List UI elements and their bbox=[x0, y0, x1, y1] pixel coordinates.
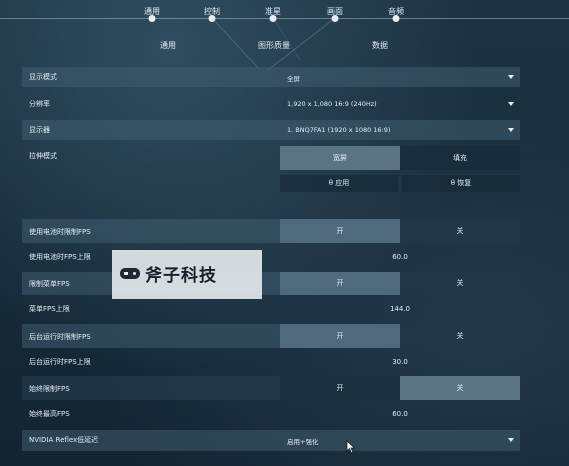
setting-stretch-mode: 拉伸模式 宽屏 填充 bbox=[22, 146, 520, 170]
chevron-down-icon bbox=[508, 75, 514, 79]
setting-monitor: 显示器 1. BNQ7FA1 (1920 x 1080 16:9) bbox=[22, 120, 520, 140]
setting-display-mode: 显示模式 全屏 bbox=[22, 67, 520, 87]
always-fps-max-label: 始终最高FPS bbox=[29, 410, 70, 418]
battery-limit-fps-off[interactable]: 关 bbox=[400, 219, 520, 243]
display-mode-label: 显示模式 bbox=[29, 73, 57, 81]
nav-dot-crosshair bbox=[269, 15, 277, 22]
nvidia-reflex-value: 启用+强化 bbox=[287, 438, 319, 446]
resolution-label: 分辨率 bbox=[29, 100, 50, 108]
battery-fps-cap-label: 使用电池时FPS上限 bbox=[29, 253, 91, 261]
top-nav-line bbox=[0, 18, 569, 19]
monitor-label: 显示器 bbox=[29, 126, 50, 134]
always-limit-fps-off[interactable]: 关 bbox=[400, 376, 520, 400]
menu-fps-cap-label: 菜单FPS上限 bbox=[29, 305, 70, 313]
stretch-mode-label: 拉伸模式 bbox=[29, 152, 57, 160]
nav-dot-audio bbox=[392, 15, 400, 22]
menu-fps-cap-value[interactable]: 144.0 bbox=[280, 299, 520, 319]
setting-resolution: 分辨率 1,920 x 1,080 16:9 (240Hz) bbox=[22, 94, 520, 114]
chevron-down-icon bbox=[508, 438, 514, 442]
subtab-general[interactable]: 通用 bbox=[160, 40, 176, 51]
stretch-fill-option[interactable]: 填充 bbox=[400, 146, 520, 170]
setting-background-limit-fps: 后台运行时限制FPS 开 关 bbox=[22, 324, 520, 348]
resolution-dropdown[interactable]: 1,920 x 1,080 16:9 (240Hz) bbox=[280, 94, 520, 114]
chevron-down-icon bbox=[508, 128, 514, 132]
gamepad-icon bbox=[120, 268, 140, 279]
background-fps-cap-value[interactable]: 30.0 bbox=[280, 352, 520, 372]
menu-limit-fps-off[interactable]: 关 bbox=[400, 272, 520, 295]
setting-battery-fps-cap: 使用电池时FPS上限 60.0 bbox=[22, 247, 520, 267]
stretch-widescreen-option[interactable]: 宽屏 bbox=[280, 146, 400, 170]
display-mode-value: 全屏 bbox=[287, 75, 300, 83]
always-limit-fps-on[interactable]: 开 bbox=[280, 376, 400, 400]
background-limit-fps-label: 后台运行时限制FPS bbox=[29, 333, 91, 341]
background-limit-fps-on[interactable]: 开 bbox=[280, 324, 400, 348]
top-nav: 通用 控制 准星 画面 音频 bbox=[0, 0, 569, 28]
subtab-graphics-quality[interactable]: 图形质量 bbox=[258, 40, 290, 51]
nvidia-reflex-dropdown[interactable]: 启用+强化 bbox=[280, 430, 520, 451]
setting-menu-fps-cap: 菜单FPS上限 144.0 bbox=[22, 299, 520, 319]
background-limit-fps-off[interactable]: 关 bbox=[400, 324, 520, 348]
setting-battery-limit-fps: 使用电池时限制FPS 开 关 bbox=[22, 219, 520, 243]
nav-dot-general bbox=[148, 15, 156, 22]
setting-always-limit-fps: 始终限制FPS 开 关 bbox=[22, 376, 520, 400]
battery-limit-fps-label: 使用电池时限制FPS bbox=[29, 228, 91, 236]
always-fps-max-value[interactable]: 60.0 bbox=[280, 404, 520, 424]
chevron-down-icon bbox=[508, 102, 514, 106]
monitor-dropdown[interactable]: 1. BNQ7FA1 (1920 x 1080 16:9) bbox=[280, 120, 520, 140]
setting-nvidia-reflex: NVIDIA Reflex低延迟 启用+强化 bbox=[22, 430, 520, 451]
display-mode-dropdown[interactable]: 全屏 bbox=[280, 67, 520, 87]
restore-button[interactable]: θ 恢复 bbox=[402, 175, 520, 192]
nvidia-reflex-label: NVIDIA Reflex低延迟 bbox=[29, 436, 99, 444]
setting-background-fps-cap: 后台运行时FPS上限 30.0 bbox=[22, 352, 520, 372]
battery-fps-cap-value[interactable]: 60.0 bbox=[280, 247, 520, 267]
watermark: 斧子科技 bbox=[112, 250, 262, 299]
mouse-cursor-icon bbox=[346, 440, 356, 454]
menu-limit-fps-label: 限制菜单FPS bbox=[29, 280, 70, 288]
nav-dot-video bbox=[331, 15, 339, 22]
monitor-value: 1. BNQ7FA1 (1920 x 1080 16:9) bbox=[287, 126, 391, 134]
resolution-value: 1,920 x 1,080 16:9 (240Hz) bbox=[287, 100, 377, 108]
subtab-stats[interactable]: 数据 bbox=[372, 40, 388, 51]
nav-dot-controls bbox=[208, 15, 216, 22]
background-fps-cap-label: 后台运行时FPS上限 bbox=[29, 358, 91, 366]
always-limit-fps-label: 始终限制FPS bbox=[29, 385, 70, 393]
menu-limit-fps-on[interactable]: 开 bbox=[280, 272, 400, 295]
setting-menu-limit-fps: 限制菜单FPS 开 关 bbox=[22, 272, 520, 295]
watermark-text: 斧子科技 bbox=[145, 266, 217, 286]
setting-always-fps-max: 始终最高FPS 60.0 bbox=[22, 404, 520, 424]
battery-limit-fps-on[interactable]: 开 bbox=[280, 219, 400, 243]
apply-button[interactable]: θ 应用 bbox=[280, 175, 398, 192]
